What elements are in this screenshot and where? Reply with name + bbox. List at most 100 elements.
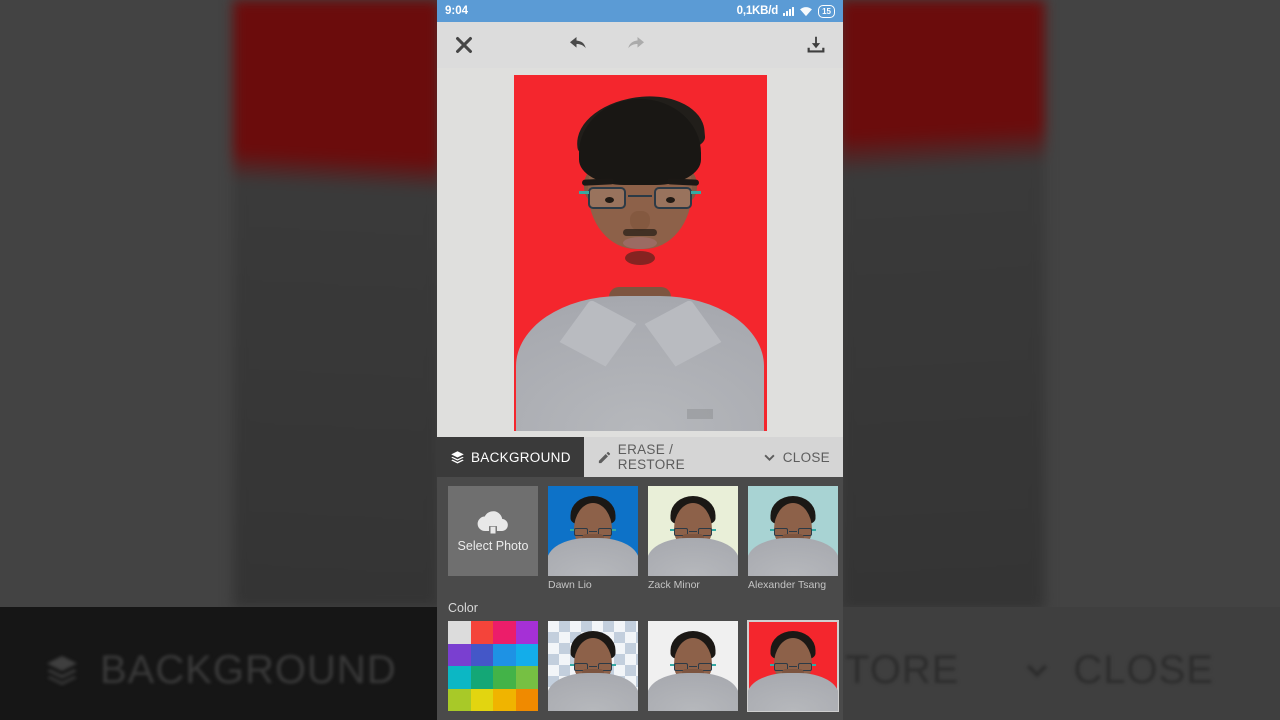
swatch-9[interactable]	[470, 666, 493, 689]
photo-preset-0[interactable]: Dawn Lio	[548, 486, 638, 591]
swatch-4[interactable]	[448, 643, 471, 666]
download-icon	[807, 36, 825, 53]
color-preset-thumb[interactable]	[747, 620, 839, 712]
swatch-1[interactable]	[470, 621, 493, 644]
mini-temple-left	[770, 664, 774, 666]
status-time: 9:04	[445, 5, 469, 17]
layers-icon	[47, 655, 77, 685]
color-palette-grid[interactable]	[448, 621, 538, 711]
mini-temple-left	[770, 529, 774, 531]
background-panel: Photo by unsplash Select Photo	[437, 477, 843, 720]
swatch-2[interactable]	[493, 621, 516, 644]
glasses-lens-left	[588, 186, 626, 209]
portrait-eye-right	[666, 196, 675, 203]
swatch-6[interactable]	[493, 643, 516, 666]
mini-shirt	[748, 673, 838, 711]
portrait-moustache	[623, 228, 657, 236]
mini-shirt	[648, 538, 738, 576]
photo-preset-thumb[interactable]	[748, 486, 838, 576]
redo-button[interactable]	[622, 33, 646, 57]
mini-temple-left	[570, 529, 574, 531]
save-button[interactable]	[805, 34, 827, 56]
photo-preset-caption: Dawn Lio	[548, 579, 592, 591]
mini-temple-left	[570, 664, 574, 666]
color-section: Color	[437, 591, 843, 712]
undo-button[interactable]	[568, 33, 592, 57]
mini-portrait	[648, 486, 738, 576]
photo-preset-thumb[interactable]	[548, 486, 638, 576]
mini-bridge	[789, 531, 797, 532]
status-data-rate: 0,1KB/d	[736, 5, 779, 17]
chevron-down-icon	[1027, 664, 1048, 677]
swatch-15[interactable]	[515, 688, 538, 711]
portrait-glasses	[579, 186, 701, 211]
select-photo-item[interactable]: Select Photo	[448, 486, 538, 591]
glasses-lens-right	[654, 186, 692, 209]
swatch-7[interactable]	[515, 643, 538, 666]
mini-shirt	[748, 538, 838, 576]
layers-icon	[451, 450, 464, 463]
swatch-5[interactable]	[470, 643, 493, 666]
backdrop-close-label: TORE CLOSE	[845, 648, 1214, 693]
mini-temple-left	[670, 529, 674, 531]
tab-background-label: BACKGROUND	[471, 449, 571, 465]
pencil-icon	[598, 451, 610, 463]
swatch-11[interactable]	[515, 666, 538, 689]
mini-temple-right	[812, 529, 816, 531]
mini-temple-right	[612, 664, 616, 666]
mini-bridge	[589, 531, 597, 532]
mini-temple-right	[712, 529, 716, 531]
backdrop-photo-left	[233, 0, 440, 608]
phone-viewport: 9:04 0,1KB/d 15 BACKGROUND ERASE / RESTO…	[437, 0, 843, 720]
swatch-12[interactable]	[448, 688, 471, 711]
color-preset-thumb[interactable]	[648, 621, 738, 711]
mini-portrait	[548, 621, 638, 711]
backdrop-photo-right	[840, 0, 1045, 610]
swatch-13[interactable]	[470, 688, 493, 711]
color-section-label: Color	[448, 601, 478, 615]
mini-shirt	[548, 673, 638, 711]
edited-photo[interactable]	[513, 74, 767, 431]
color-preset-transparent[interactable]	[548, 621, 638, 711]
tab-erase-restore-label: ERASE / RESTORE	[617, 442, 685, 472]
editor-tabbar: BACKGROUND ERASE / RESTORE CLOSE	[437, 437, 843, 477]
color-palette-item[interactable]	[448, 621, 538, 711]
select-photo-button[interactable]: Select Photo	[448, 486, 538, 576]
mini-temple-right	[612, 529, 616, 531]
close-icon	[456, 37, 472, 53]
tab-background[interactable]: BACKGROUND	[437, 437, 584, 477]
glasses-temple-left	[579, 190, 589, 194]
cloud-upload-icon	[477, 511, 508, 535]
mini-bridge	[689, 531, 697, 532]
photo-preset-2[interactable]: Alexander Tsang	[748, 486, 838, 591]
select-photo-label: Select Photo	[457, 539, 529, 553]
color-preset-thumb[interactable]	[548, 621, 638, 711]
wifi-icon	[800, 6, 813, 16]
photo-preset-1[interactable]: Zack Minor	[648, 486, 738, 591]
tab-close[interactable]: CLOSE	[749, 437, 843, 477]
mini-portrait	[648, 621, 738, 711]
photo-canvas[interactable]	[437, 68, 843, 437]
status-indicators: 0,1KB/d 15	[736, 4, 835, 18]
mini-shirt	[648, 673, 738, 711]
mini-bridge	[689, 666, 697, 667]
screen-root: BACKGROUND TORE CLOSE 9:04 0,1KB/d 15 BA…	[0, 0, 1280, 720]
color-preset-white[interactable]	[648, 621, 738, 711]
mini-bridge	[789, 666, 797, 667]
swatch-3[interactable]	[515, 621, 538, 644]
editor-toolbar	[437, 22, 843, 68]
mini-temple-right	[812, 664, 816, 666]
color-preset-row	[448, 620, 839, 712]
swatch-10[interactable]	[493, 666, 516, 689]
swatch-0[interactable]	[448, 621, 471, 644]
mini-shirt	[548, 538, 638, 576]
portrait-eye-left	[605, 196, 614, 203]
color-preset-red[interactable]	[747, 620, 839, 712]
swatch-14[interactable]	[493, 688, 516, 711]
photo-preset-thumb[interactable]	[648, 486, 738, 576]
portrait-pocket	[686, 408, 713, 419]
swatch-8[interactable]	[448, 666, 471, 689]
battery-icon: 15	[818, 4, 835, 18]
tab-erase-restore[interactable]: ERASE / RESTORE	[584, 437, 749, 477]
close-button[interactable]	[453, 34, 475, 56]
